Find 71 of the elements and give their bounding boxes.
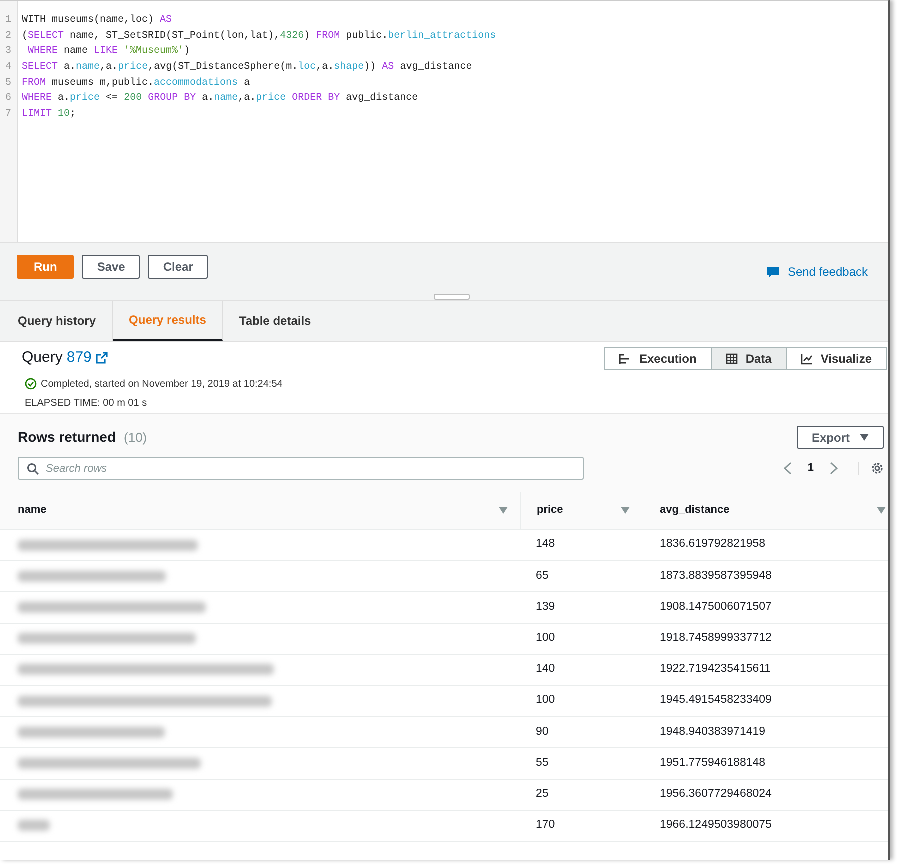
line-number: 3 <box>4 45 12 60</box>
external-link-icon[interactable] <box>96 352 108 364</box>
page-number: 1 <box>808 461 814 476</box>
column-header: price <box>537 503 564 518</box>
column-header: name <box>18 503 47 518</box>
next-page-button[interactable] <box>830 462 838 475</box>
sort-icon[interactable] <box>499 507 508 514</box>
line-number: 1 <box>4 14 12 28</box>
code-line: LIMIT 10; <box>22 108 78 122</box>
table-cell-text: 1873.8839587395948 <box>660 568 772 584</box>
chevron-right-icon <box>830 462 838 475</box>
view-toggle-button[interactable]: Visualize <box>786 347 887 370</box>
table-icon <box>726 352 738 364</box>
table-cell-text: 100 <box>536 631 556 646</box>
table-cell-text: 1836.619792821958 <box>660 537 766 552</box>
check-circle-icon <box>25 378 37 390</box>
table-cell-text: 140 <box>536 662 556 678</box>
table-cell-text: 1918.7458999337712 <box>660 631 772 646</box>
row-count: (10) <box>124 429 148 447</box>
table-cell-text: 1908.1475006071507 <box>660 600 772 615</box>
previous-page-button[interactable] <box>784 462 792 475</box>
table-cell-text: 1966.1249503980075 <box>660 818 772 834</box>
line-number: 6 <box>4 92 12 106</box>
code-line: WHERE name LIKE '%Museum%') <box>27 44 192 60</box>
code-line: FROM museums m,public.accommodations a <box>22 76 252 91</box>
table-cell-text: 170 <box>536 818 556 834</box>
sort-icon[interactable] <box>621 507 630 514</box>
elapsed-time: ELAPSED TIME: 00 m 01 s <box>25 396 148 410</box>
table-cell-text: 1951.775946188148 <box>660 756 766 771</box>
speech-bubble-icon <box>766 266 780 278</box>
tab[interactable]: Query history <box>2 301 114 341</box>
toolbar-button[interactable]: Save <box>82 255 140 279</box>
table-cell-text: 100 <box>536 693 556 708</box>
line-chart-icon <box>800 352 813 364</box>
table-cell-text: 90 <box>536 724 549 740</box>
code-line: SELECT a.name,a.price,avg(ST_DistanceSphere(m.loc,a.shape)) AS avg_distance <box>22 60 474 76</box>
execution-icon <box>619 352 632 364</box>
settings-button[interactable] <box>858 462 884 475</box>
line-number: 2 <box>4 30 12 44</box>
table-cell-text: 1948.940383971419 <box>660 724 766 740</box>
table-cell-text: 25 <box>536 786 549 802</box>
tab[interactable]: Table details <box>223 301 328 341</box>
code-line: (SELECT name, ST_SetSRID(ST_Point(lon,lat),4326) FROM public.berlin_attractions <box>22 30 496 44</box>
table-cell-text: 1945.4915458233409 <box>660 693 772 708</box>
table-cell-text: 1922.7194235415611 <box>660 662 772 678</box>
column-header: avg_distance <box>660 503 730 518</box>
view-toggle-button[interactable]: Data <box>710 347 787 370</box>
chevron-left-icon <box>784 462 792 475</box>
table-cell-text: 1956.3607729468024 <box>660 786 772 802</box>
query-id-link[interactable]: 879 <box>66 347 92 370</box>
view-toggle-button[interactable]: Execution <box>604 347 712 370</box>
export-button[interactable]: Export <box>796 426 884 449</box>
sort-icon[interactable] <box>877 507 886 514</box>
line-number: 4 <box>4 61 12 76</box>
table-cell-text: 65 <box>536 568 549 584</box>
status-text: Completed, started on November 19, 2019 at 10:24:54 <box>41 378 283 392</box>
search-field[interactable]: Search rows <box>18 457 584 480</box>
code-line: WHERE a.price <= 200 GROUP BY a.name,a.price ORDER BY avg_distance <box>22 92 420 106</box>
feedback-link[interactable]: Send feedback <box>766 263 868 281</box>
table-cell-text: 139 <box>536 600 556 615</box>
table-cell-text: 148 <box>536 537 556 552</box>
caret-icon <box>860 434 869 441</box>
settings-icon <box>871 462 884 475</box>
line-number: 7 <box>4 108 12 122</box>
query-label: Query <box>22 348 63 368</box>
code-line: WITH museums(name,loc) AS <box>22 14 174 28</box>
resize-handle[interactable] <box>434 294 470 300</box>
line-number: 5 <box>4 76 12 91</box>
table-cell-text: 55 <box>536 756 549 771</box>
section-title: Rows returned <box>18 428 116 447</box>
toolbar-button[interactable]: Clear <box>148 255 208 279</box>
